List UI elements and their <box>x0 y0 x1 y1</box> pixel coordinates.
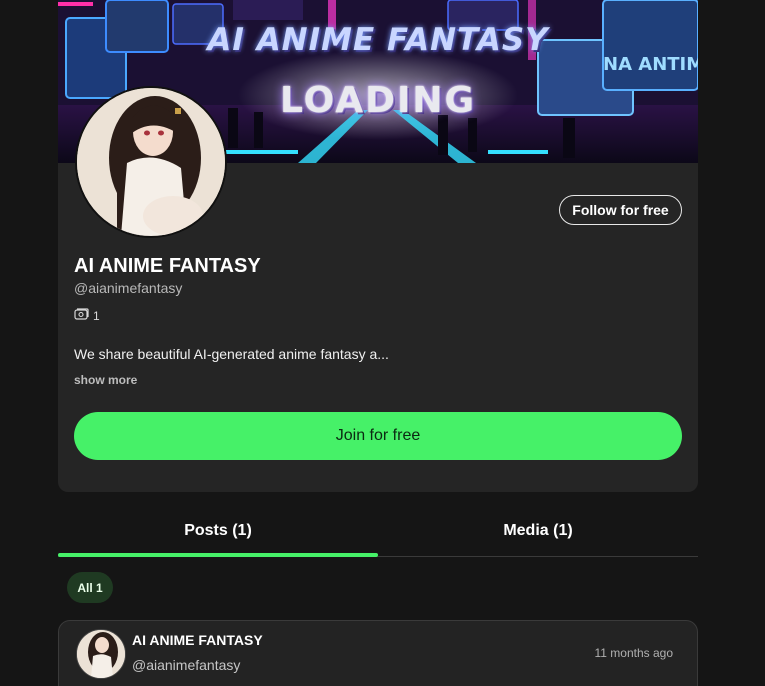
join-for-free-button[interactable]: Join for free <box>74 412 682 460</box>
tab-posts[interactable]: Posts (1) <box>58 512 378 557</box>
profile-card: NA ANTIMY AI ANIME FANTASY LOADING Follo… <box>58 0 698 492</box>
post-author-name: AI ANIME FANTASY <box>132 632 263 648</box>
profile-handle: @aianimefantasy <box>74 280 183 296</box>
tab-media[interactable]: Media (1) <box>378 512 698 556</box>
banner-title: AI ANIME FANTASY <box>207 22 549 58</box>
post-timestamp: 11 months ago <box>594 646 674 660</box>
media-count-value: 1 <box>93 309 100 323</box>
follow-for-free-button[interactable]: Follow for free <box>559 195 682 225</box>
profile-description: We share beautiful AI-generated anime fa… <box>74 346 389 362</box>
filter-chip-all[interactable]: All 1 <box>67 572 113 603</box>
profile-page: NA ANTIMY AI ANIME FANTASY LOADING Follo… <box>0 0 765 686</box>
post-author-handle: @aianimefantasy <box>132 657 241 673</box>
post-author-avatar[interactable] <box>76 629 126 679</box>
profile-avatar[interactable] <box>75 86 227 238</box>
media-count: 1 <box>74 308 100 324</box>
photo-stack-icon <box>74 308 89 324</box>
profile-name: AI ANIME FANTASY <box>74 255 261 277</box>
post-card[interactable]: AI ANIME FANTASY @aianimefantasy 11 mont… <box>58 620 698 686</box>
show-more-link[interactable]: show more <box>74 373 137 387</box>
post-avatar-image <box>77 630 125 678</box>
content-tabs: Posts (1) Media (1) <box>58 512 698 557</box>
avatar-portrait-image <box>77 88 225 236</box>
